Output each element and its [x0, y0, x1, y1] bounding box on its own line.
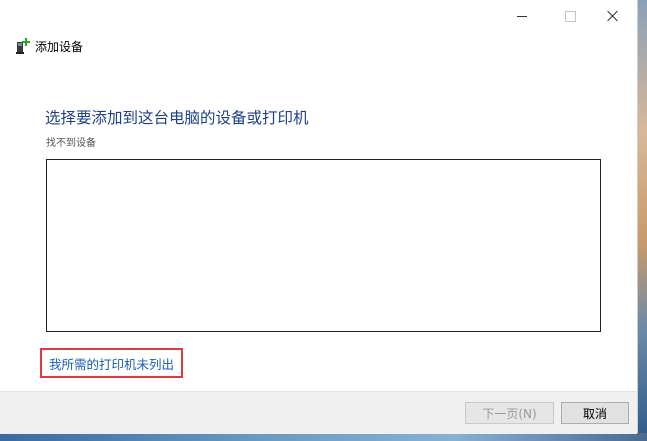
add-device-icon: [16, 38, 30, 54]
app-header: 添加设备: [16, 37, 83, 55]
maximize-icon: [564, 10, 576, 22]
printer-not-listed-link[interactable]: 我所需的打印机未列出: [49, 354, 174, 373]
close-icon: [607, 10, 619, 22]
minimize-button[interactable]: [499, 0, 545, 32]
maximize-button: [547, 0, 593, 32]
dialog-footer: 下一页(N) 取消: [0, 391, 637, 434]
close-button[interactable]: [590, 0, 636, 32]
cancel-button[interactable]: 取消: [561, 402, 629, 424]
page-title: 选择要添加到这台电脑的设备或打印机: [45, 109, 309, 127]
device-list[interactable]: [46, 159, 601, 332]
search-status: 找不到设备: [46, 138, 96, 149]
window-title: 添加设备: [35, 39, 84, 54]
desktop-background: [637, 0, 647, 441]
desktop-background-bottom: [0, 433, 647, 441]
add-device-dialog: 添加设备 选择要添加到这台电脑的设备或打印机 找不到设备 我所需的打印机未列出 …: [0, 0, 638, 434]
minimize-icon: [517, 15, 527, 17]
next-button: 下一页(N): [465, 402, 554, 424]
printer-link-highlight: 我所需的打印机未列出: [40, 348, 183, 378]
title-bar[interactable]: [0, 0, 637, 32]
